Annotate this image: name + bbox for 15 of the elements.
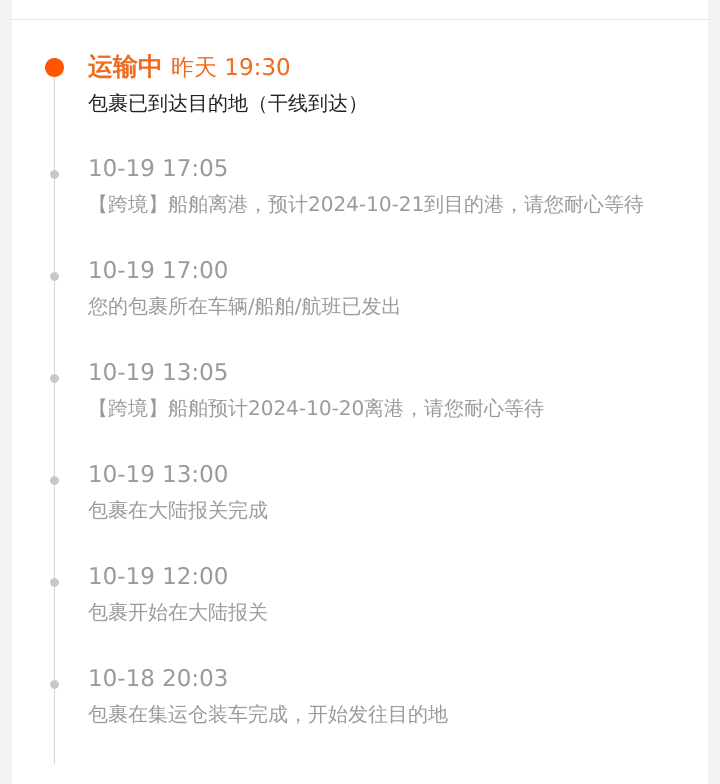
event-time: 10-19 17:05 xyxy=(88,155,228,184)
event-time: 10-19 17:00 xyxy=(88,257,228,286)
event-description: 包裹已到达目的地（干线到达） xyxy=(88,90,369,117)
event-description: 【跨境】船舶预计2024-10-20离港，请您耐心等待 xyxy=(88,395,546,422)
event-time: 昨天 19:30 xyxy=(171,54,291,83)
event-description: 【跨境】船舶离港，预计2024-10-21到目的港，请您耐心等待 xyxy=(88,191,646,218)
event-description: 您的包裹所在车辆/船舶/航班已发出 xyxy=(88,293,402,320)
event-time: 10-19 12:00 xyxy=(88,563,228,592)
event-description: 包裹开始在大陆报关 xyxy=(88,599,269,626)
event-time: 10-19 13:00 xyxy=(88,461,228,490)
event-description: 包裹在大陆报关完成 xyxy=(88,497,269,524)
event-description: 包裹在集运仓装车完成，开始发往目的地 xyxy=(88,701,449,728)
event-time: 10-19 13:05 xyxy=(88,359,228,388)
status-label: 运输中 xyxy=(88,51,163,83)
event-time: 10-18 20:03 xyxy=(88,665,228,694)
